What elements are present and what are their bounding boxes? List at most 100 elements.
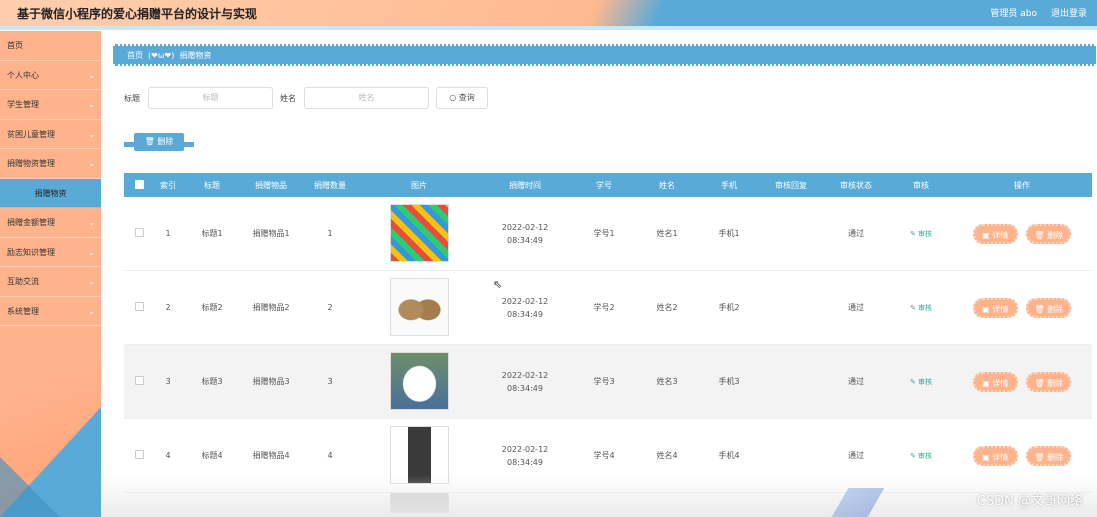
- cell-sid: 学号3: [593, 377, 615, 386]
- sidebar-item-profile[interactable]: 个人中心 ⌄: [0, 61, 101, 90]
- app-title: 基于微信小程序的爱心捐赠平台的设计与实现: [17, 7, 258, 21]
- delete-button[interactable]: 🗑 删除: [1026, 297, 1072, 318]
- cell-title: 标题3: [201, 377, 223, 386]
- cell-clock: 08:34:49: [507, 235, 543, 245]
- batch-delete-button[interactable]: 🗑 删除: [134, 133, 184, 151]
- sidebar: 首页 个人中心 ⌄ 学生管理 ⌄ 贫困儿童管理 ⌄ 捐赠物资管理 ⌄ 捐赠物资 捐赠金额…: [0, 31, 101, 517]
- cell-sid: 学号4: [593, 451, 615, 460]
- edit-icon: ✎: [909, 303, 916, 312]
- chevron-down-icon: ⌄: [88, 277, 95, 286]
- col-time: 捐赠时间: [509, 180, 541, 190]
- cell-phone: 手机4: [718, 451, 740, 460]
- cell-item: 捐赠物品3: [252, 377, 290, 386]
- delete-label: 删除: [1047, 378, 1064, 388]
- sidebar-item-donation-amount[interactable]: 捐赠金额管理 ⌄: [0, 208, 101, 238]
- breadcrumb-home[interactable]: 首页: [127, 50, 143, 61]
- cell-time: 2022-02-12 08:34:49: [478, 221, 572, 247]
- audit-link[interactable]: ✎ 审核: [910, 378, 932, 386]
- detail-button[interactable]: ▣ 详情: [972, 223, 1018, 244]
- cell-qty: 1: [327, 229, 333, 238]
- select-all-checkbox[interactable]: [134, 179, 144, 189]
- name-input[interactable]: 姓名: [304, 87, 429, 109]
- edit-icon: ✎: [909, 451, 916, 460]
- cell-clock: 08:34:49: [507, 457, 543, 467]
- row-checkbox[interactable]: [134, 302, 144, 311]
- name-label: 姓名: [280, 93, 296, 103]
- detail-icon: ▣: [982, 304, 990, 314]
- goods-image[interactable]: [389, 203, 449, 262]
- admin-user-label: 管理员 abo: [990, 9, 1037, 19]
- cell-qty: 3: [327, 377, 333, 386]
- delete-button[interactable]: 🗑 删除: [1026, 223, 1072, 244]
- sidebar-item-system[interactable]: 系统管理 ⌄: [0, 297, 101, 326]
- sidebar-item-home[interactable]: 首页: [0, 31, 101, 61]
- sidebar-item-label: 首页: [7, 41, 23, 50]
- row-checkbox[interactable]: [134, 450, 144, 459]
- sidebar-item-inspiration[interactable]: 励志知识管理 ⌄: [0, 238, 101, 267]
- logout-link[interactable]: 退出登录: [1051, 6, 1087, 19]
- audit-link[interactable]: ✎ 审核: [910, 304, 932, 312]
- search-icon: ○: [449, 93, 457, 102]
- chevron-down-icon: ⌄: [88, 70, 95, 80]
- sidebar-item-students[interactable]: 学生管理 ⌄: [0, 90, 101, 120]
- audit-label: 审核: [918, 377, 933, 386]
- sidebar-item-label: 学生管理: [7, 100, 39, 109]
- sidebar-item-poor-children[interactable]: 贫困儿童管理 ⌄: [0, 120, 101, 149]
- chevron-down-icon: ⌄: [88, 129, 95, 139]
- sidebar-item-label: 捐赠金额管理: [7, 218, 55, 227]
- sidebar-item-donation-goods-mgmt[interactable]: 捐赠物资管理 ⌄: [0, 149, 101, 179]
- cell-date: 2022-02-12: [501, 296, 549, 306]
- trash-icon: 🗑: [1034, 452, 1045, 462]
- col-name: 姓名: [659, 180, 675, 190]
- watermark: CSDN @文哥网络: [976, 494, 1083, 509]
- delete-button[interactable]: 🗑 删除: [1026, 445, 1072, 466]
- row-checkbox[interactable]: [134, 228, 144, 237]
- query-button[interactable]: ○ 查询: [436, 87, 488, 109]
- trash-icon: 🗑: [144, 137, 155, 146]
- col-sid: 学号: [596, 180, 612, 190]
- row-checkbox[interactable]: [134, 376, 144, 385]
- audit-link[interactable]: ✎ 审核: [910, 230, 932, 238]
- col-status: 审核状态: [840, 180, 872, 190]
- detail-button[interactable]: ▣ 详情: [972, 297, 1018, 318]
- sidebar-item-mutual-help[interactable]: 互助交流 ⌄: [0, 267, 101, 297]
- delete-label: 删除: [1047, 230, 1064, 240]
- cell-item: 捐赠物品1: [252, 229, 290, 238]
- sidebar-item-label: 捐赠物资: [34, 188, 67, 198]
- audit-link[interactable]: ✎ 审核: [910, 452, 932, 460]
- delete-button[interactable]: 🗑 删除: [1026, 371, 1072, 392]
- cell-name: 姓名4: [656, 451, 678, 460]
- detail-icon: ▣: [982, 230, 990, 240]
- cell-name: 姓名3: [656, 377, 678, 386]
- cell-index: 1: [165, 229, 171, 238]
- cell-status: 通过: [848, 451, 864, 460]
- search-bar: 标题 标题 姓名 姓名 ○ 查询: [124, 86, 488, 110]
- cell-name: 姓名1: [656, 229, 678, 238]
- trash-icon: 🗑: [1034, 230, 1045, 240]
- cell-clock: 08:34:49: [507, 383, 543, 393]
- sidebar-item-donation-goods[interactable]: 捐赠物资: [0, 178, 101, 208]
- title-input[interactable]: 标题: [148, 87, 273, 109]
- goods-image[interactable]: [389, 277, 449, 336]
- donation-goods-table: 索引 标题 捐赠物品 捐赠数量 图片 捐赠时间 学号 姓名 手机 审核回复 审核…: [124, 173, 1092, 517]
- sidebar-item-label: 系统管理: [7, 306, 39, 316]
- breadcrumb: 首页 (❤ω❤) 捐赠物资: [113, 44, 1096, 66]
- trash-icon: 🗑: [1034, 304, 1045, 314]
- cell-sid: 学号1: [593, 229, 615, 238]
- detail-button[interactable]: ▣ 详情: [972, 445, 1018, 466]
- cell-time: 2022-02-12 08:34:49: [478, 295, 572, 321]
- query-button-label: 查询: [458, 93, 475, 102]
- goods-image[interactable]: [389, 351, 449, 410]
- cell-clock: 08:34:49: [507, 309, 543, 319]
- cell-time: 2022-02-12 08:34:49: [478, 369, 572, 395]
- edit-icon: ✎: [909, 229, 916, 238]
- audit-label: 审核: [918, 229, 933, 238]
- cell-time: 2022-02-12 08:34:49: [478, 443, 572, 469]
- batch-delete-label: 删除: [157, 137, 174, 146]
- sidebar-item-label: 贫困儿童管理: [7, 129, 55, 139]
- detail-label: 详情: [992, 378, 1009, 388]
- detail-button[interactable]: ▣ 详情: [972, 371, 1018, 392]
- col-title: 标题: [204, 180, 220, 190]
- audit-label: 审核: [918, 451, 933, 460]
- chevron-down-icon: ⌄: [88, 247, 95, 257]
